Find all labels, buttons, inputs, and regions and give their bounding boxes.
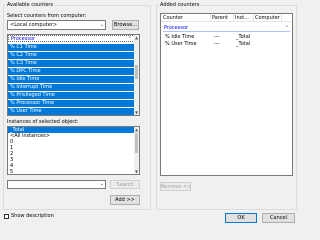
scroll-thumb[interactable] [135, 65, 138, 79]
counter-item[interactable]: % Privileged Time [8, 92, 135, 99]
chevron-down-icon[interactable]: ⌄ [100, 181, 104, 188]
cell-counter: % Idle Time [165, 34, 195, 40]
counters-list[interactable]: Processor ⌃ % C1 Time% C2 Time% C3 Time%… [7, 34, 140, 116]
instances-scrollbar[interactable]: ▲ ▼ [134, 127, 139, 174]
scroll-thumb[interactable] [135, 133, 138, 153]
remove-button[interactable]: Remove << [160, 182, 191, 191]
instance-rows: _Total <All instances> 0 1 2 3 4 5 [8, 127, 135, 174]
column-header-counter[interactable]: Counter [163, 15, 183, 21]
object-name-label: Processor [11, 36, 36, 42]
chevron-up-icon[interactable]: ⌃ [285, 25, 289, 31]
browse-button[interactable]: Browse... [112, 20, 139, 30]
counter-item[interactable]: % Idle Time [8, 76, 135, 83]
counters-scrollbar[interactable]: ▲ ▼ [134, 35, 139, 115]
column-divider [210, 14, 211, 22]
counter-item[interactable]: % User Time [8, 108, 135, 115]
search-combobox[interactable]: ⌄ [7, 180, 106, 189]
column-divider [281, 14, 282, 22]
show-description-label: Show description [11, 213, 54, 219]
added-object-label: Processor [164, 25, 189, 31]
added-object-row[interactable]: Processor ⌃ [163, 25, 290, 32]
cell-instance: _Total [236, 34, 251, 40]
chevron-down-icon[interactable]: ⌄ [100, 22, 104, 29]
select-computer-label: Select counters from computer: [7, 13, 87, 19]
column-header-parent[interactable]: Parent [212, 15, 228, 21]
cell-counter: % User Time [165, 41, 197, 47]
table-header: Counter Parent Inst... Computer [161, 14, 292, 22]
column-divider [233, 14, 234, 22]
instance-item[interactable]: 5 [8, 169, 135, 174]
add-button[interactable]: Add >> [110, 195, 140, 205]
scroll-down-arrow-icon[interactable]: ▼ [134, 169, 139, 174]
instances-list[interactable]: _Total <All instances> 0 1 2 3 4 5 ▲ ▼ [7, 126, 140, 175]
counter-item[interactable]: % C2 Time [8, 52, 135, 59]
scroll-down-arrow-icon[interactable]: ▼ [134, 110, 139, 115]
table-row[interactable]: % User Time --- _Total [161, 41, 292, 48]
processor-object-row[interactable]: Processor ⌃ [8, 35, 135, 42]
column-header-computer[interactable]: Computer [255, 15, 280, 21]
computer-value: <Local computer> [10, 22, 58, 28]
table-row[interactable]: % Idle Time --- _Total [161, 34, 292, 41]
column-header-instance[interactable]: Inst... [235, 15, 249, 21]
added-counters-title: Added counters [159, 2, 201, 8]
show-description-checkbox[interactable] [4, 214, 9, 219]
added-rows: % Idle Time --- _Total % User Time --- _Total [161, 34, 292, 48]
counter-item[interactable]: % Processor Time [8, 100, 135, 107]
cell-parent: --- [214, 34, 220, 40]
scroll-up-arrow-icon[interactable]: ▲ [134, 35, 139, 40]
cancel-button[interactable]: Cancel [262, 213, 295, 223]
counter-item[interactable]: % Interrupt Time [8, 84, 135, 91]
column-divider [253, 14, 254, 22]
cell-instance: _Total [236, 41, 251, 47]
scroll-up-arrow-icon[interactable]: ▲ [134, 127, 139, 132]
ok-button[interactable]: OK [225, 213, 257, 223]
counter-item[interactable]: % C1 Time [8, 44, 135, 51]
available-counters-title: Available counters [6, 2, 55, 8]
cell-parent: --- [214, 41, 220, 47]
counter-rows: % C1 Time% C2 Time% C3 Time% DPC Time% I… [8, 44, 135, 115]
counter-item[interactable]: % DPC Time [8, 68, 135, 75]
counter-item[interactable]: % C3 Time [8, 60, 135, 67]
instances-label: Instances of selected object: [7, 119, 79, 125]
chevron-up-icon[interactable]: ⌃ [128, 36, 132, 42]
added-counters-table[interactable]: Counter Parent Inst... Computer Processo… [160, 13, 293, 176]
computer-combobox[interactable]: <Local computer> ⌄ [7, 20, 106, 30]
search-button[interactable]: Search [110, 180, 140, 189]
